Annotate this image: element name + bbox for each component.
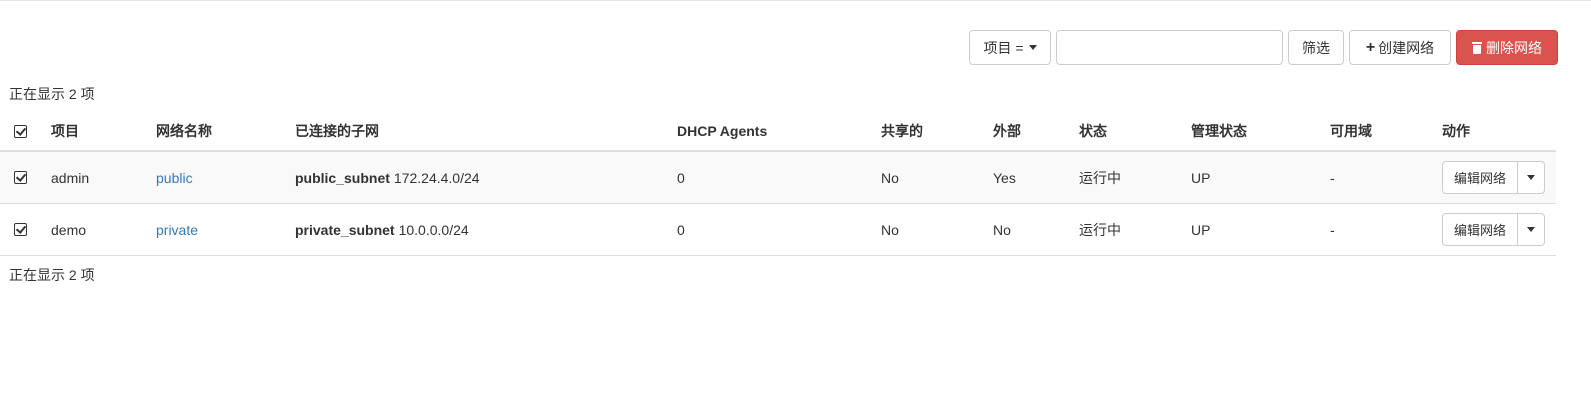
admin-state-cell: UP bbox=[1191, 169, 1211, 186]
subnets-cell: private_subnet 10.0.0.0/24 bbox=[295, 204, 469, 255]
table-toolbar: 项目 = 筛选 + 创建网络 删除网络 bbox=[969, 30, 1558, 65]
subnets-cell: public_subnet 172.24.4.0/24 bbox=[295, 152, 480, 203]
header-dhcp-agents[interactable]: DHCP Agents bbox=[677, 112, 767, 150]
external-cell: Yes bbox=[993, 169, 1016, 186]
checkbox-checked-icon bbox=[14, 223, 27, 236]
header-external[interactable]: 外部 bbox=[993, 112, 1021, 150]
caret-down-icon bbox=[1527, 175, 1536, 180]
row-checkbox[interactable] bbox=[14, 152, 27, 203]
header-project[interactable]: 项目 bbox=[51, 112, 79, 150]
networks-table: 项目 网络名称 已连接的子网 DHCP Agents 共享的 外部 状态 管理状… bbox=[0, 112, 1556, 256]
status-cell: 运行中 bbox=[1079, 169, 1121, 186]
external-cell: No bbox=[993, 221, 1011, 238]
delete-networks-button[interactable]: 删除网络 bbox=[1456, 30, 1558, 65]
header-network-name[interactable]: 网络名称 bbox=[156, 112, 212, 150]
header-availability-zone[interactable]: 可用域 bbox=[1330, 112, 1372, 150]
table-row: admin public public_subnet 172.24.4.0/24… bbox=[0, 152, 1556, 204]
create-network-button[interactable]: + 创建网络 bbox=[1349, 30, 1451, 65]
edit-network-button[interactable]: 编辑网络 bbox=[1442, 161, 1519, 194]
subnet-name: public_subnet bbox=[295, 169, 390, 186]
subnet-cidr: 172.24.4.0/24 bbox=[393, 169, 480, 186]
trash-icon bbox=[1472, 41, 1482, 54]
more-actions-toggle[interactable] bbox=[1518, 161, 1546, 194]
create-network-label: 创建网络 bbox=[1378, 39, 1435, 56]
shared-cell: No bbox=[881, 221, 899, 238]
status-cell: 运行中 bbox=[1079, 221, 1121, 238]
action-button-group: 编辑网络 bbox=[1442, 213, 1546, 246]
row-actions: 编辑网络 bbox=[1442, 152, 1546, 203]
project-cell: demo bbox=[51, 221, 87, 238]
delete-networks-label: 删除网络 bbox=[1486, 39, 1542, 56]
network-name-link[interactable]: private bbox=[156, 222, 198, 238]
more-actions-toggle[interactable] bbox=[1518, 213, 1546, 246]
filter-input[interactable] bbox=[1056, 30, 1283, 65]
header-status[interactable]: 状态 bbox=[1079, 112, 1107, 150]
top-divider bbox=[0, 0, 1591, 1]
availability-zone-cell: - bbox=[1330, 221, 1335, 238]
admin-state-cell: UP bbox=[1191, 221, 1211, 238]
header-actions: 动作 bbox=[1442, 123, 1470, 139]
filter-button-label: 筛选 bbox=[1302, 39, 1330, 56]
availability-zone-cell: - bbox=[1330, 169, 1335, 186]
select-all-checkbox[interactable] bbox=[14, 112, 27, 150]
table-row: demo private private_subnet 10.0.0.0/24 … bbox=[0, 204, 1556, 256]
header-shared[interactable]: 共享的 bbox=[881, 112, 923, 150]
checkbox-checked-icon bbox=[14, 124, 27, 138]
item-count-bottom: 正在显示 2 项 bbox=[9, 267, 95, 283]
item-count-top: 正在显示 2 项 bbox=[9, 86, 95, 102]
caret-down-icon bbox=[1028, 45, 1037, 50]
row-checkbox[interactable] bbox=[14, 204, 27, 255]
caret-down-icon bbox=[1527, 227, 1536, 232]
filter-field-dropdown[interactable]: 项目 = bbox=[969, 30, 1051, 65]
network-name-link[interactable]: public bbox=[156, 170, 193, 186]
subnet-name: private_subnet bbox=[295, 221, 395, 238]
header-subnets[interactable]: 已连接的子网 bbox=[295, 112, 379, 150]
header-admin-state[interactable]: 管理状态 bbox=[1191, 112, 1247, 150]
shared-cell: No bbox=[881, 169, 899, 186]
dhcp-agents-cell: 0 bbox=[677, 169, 685, 186]
checkbox-checked-icon bbox=[14, 171, 27, 184]
plus-icon: + bbox=[1365, 38, 1376, 56]
action-button-group: 编辑网络 bbox=[1442, 161, 1546, 194]
dhcp-agents-cell: 0 bbox=[677, 221, 685, 238]
subnet-cidr: 10.0.0.0/24 bbox=[398, 221, 469, 238]
table-header-row: 项目 网络名称 已连接的子网 DHCP Agents 共享的 外部 状态 管理状… bbox=[0, 112, 1556, 152]
filter-button[interactable]: 筛选 bbox=[1288, 30, 1344, 65]
edit-network-button[interactable]: 编辑网络 bbox=[1442, 213, 1519, 246]
filter-field-label: 项目 = bbox=[983, 39, 1024, 56]
project-cell: admin bbox=[51, 169, 90, 186]
row-actions: 编辑网络 bbox=[1442, 204, 1546, 255]
